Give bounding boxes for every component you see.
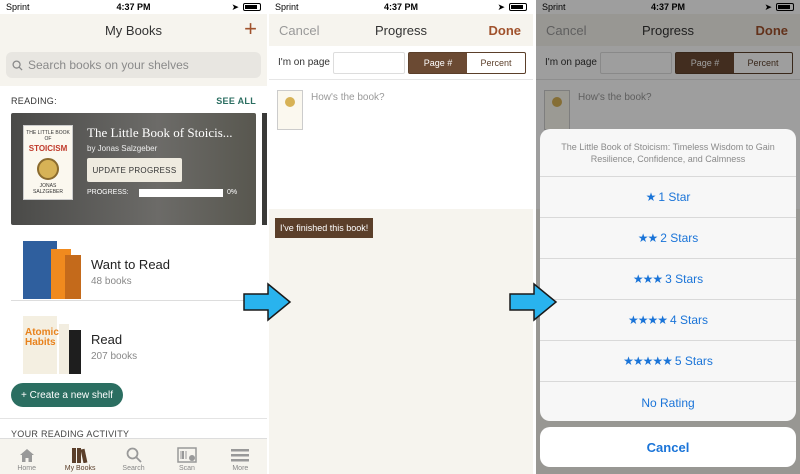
search-placeholder: Search books on your shelves [28,58,189,72]
status-time: 4:37 PM [116,2,151,12]
progress-bar [139,189,223,197]
tab-home[interactable]: Home [0,439,53,474]
book-author: by Jonas Salzgeber [87,144,158,153]
arrow-right-icon [509,282,558,322]
percent-segment[interactable]: Percent [467,53,525,73]
star-icon: ★★★★ [627,313,668,327]
cover-small-title: THE LITTLE BOOK OF [26,130,70,142]
rating-3-stars[interactable]: ★★★ 3 Stars [540,259,796,300]
rating-4-stars[interactable]: ★★★★ 4 Stars [540,300,796,341]
shelf-thumbnails: Atomic Habits [23,316,81,374]
page-number-input[interactable] [333,52,405,74]
tab-bar: Home My Books Search Scan More [0,438,267,474]
rating-none[interactable]: No Rating [540,382,796,421]
cover-big-title: STOICISM [28,144,68,153]
finished-book-button[interactable]: I've finished this book! [275,218,374,238]
tab-label: Home [17,465,37,472]
battery-icon [243,3,261,11]
search-input[interactable]: Search books on your shelves [6,52,261,78]
rating-screen: Sprint 4:37 PM ➤ Cancel Progress Done I'… [536,0,800,474]
shelf-name: Want to Read [91,257,171,272]
cover-emblem [37,158,59,180]
star-icon: ★ [645,190,657,204]
content-background [269,209,533,474]
scan-icon [177,445,197,465]
status-time: 4:37 PM [383,2,418,12]
reading-header: READING: SEE ALL [11,96,256,106]
shelf-count: 207 books [91,351,138,362]
next-book-card-peek[interactable] [262,113,267,225]
search-icon [12,59,23,71]
option-label: No Rating [641,395,695,410]
update-progress-button[interactable]: UPDATE PROGRESS [87,158,182,182]
sheet-title: The Little Book of Stoicism: Timeless Wi… [540,129,796,177]
option-label: 1 Star [658,190,691,204]
reading-label: READING: [11,96,57,106]
cover-emblem [285,97,295,107]
option-label: 3 Stars [665,272,704,286]
option-label: 5 Stars [674,354,713,368]
on-page-label: I'm on page [278,57,330,68]
tab-my-books[interactable]: My Books [53,439,106,474]
tab-label: Scan [178,465,195,472]
book-cover: THE LITTLE BOOK OF STOICISM JONAS SALZGE… [23,125,73,200]
progress-percent: 0% [227,189,238,196]
book-thumbnail [277,90,303,130]
page-title: Progress [374,22,428,38]
rating-5-stars[interactable]: ★★★★★ 5 Stars [540,341,796,382]
tab-label: My Books [64,465,96,472]
status-bar: Sprint 4:37 PM ➤ [0,0,267,14]
create-shelf-button[interactable]: + Create a new shelf [11,383,123,407]
shelf-want-to-read[interactable]: Want to Read 48 books [11,241,267,301]
tab-scan[interactable]: Scan [160,439,213,474]
shelf-book-thumb [59,324,69,374]
shelf-read[interactable]: Atomic Habits Read 207 books [11,316,267,376]
thumb-cover-text: Atomic Habits [25,327,59,348]
tab-more[interactable]: More [214,439,267,474]
shelf-book-thumb [69,330,81,374]
done-button[interactable]: Done [489,14,522,46]
reading-activity-header: YOUR READING ACTIVITY [0,418,267,439]
tab-label: More [232,465,249,472]
books-icon [71,445,89,465]
my-books-screen: Sprint 4:37 PM ➤ My Books + Search books… [0,0,267,474]
book-title: The Little Book of Stoicis... [87,125,233,140]
shelf-name: Read [91,332,123,347]
star-icon: ★★ [637,231,658,245]
rating-1-star[interactable]: ★ 1 Star [540,177,796,218]
shelf-book-thumb [65,255,81,299]
star-icon: ★★★★★ [623,354,673,368]
see-all-link[interactable]: SEE ALL [216,96,256,106]
star-icon: ★★★ [632,272,663,286]
menu-icon [231,445,250,465]
rating-action-sheet: The Little Book of Stoicism: Timeless Wi… [540,129,796,421]
page-number-segment[interactable]: Page # [409,53,467,73]
option-label: 4 Stars [670,313,709,327]
review-prompt[interactable]: How's the book? [311,92,385,103]
progress-label: PROGRESS: [87,189,129,196]
nav-bar: Cancel Progress Done [269,14,533,46]
option-label: 2 Stars [660,231,699,245]
progress-screen: Sprint 4:37 PM ➤ Cancel Progress Done I'… [269,0,533,474]
cover-author: JONAS SALZGEBER [32,183,63,195]
page-title: My Books [104,22,163,38]
tab-search[interactable]: Search [107,439,160,474]
cancel-button[interactable]: Cancel [279,14,319,46]
sheet-cancel-button[interactable]: Cancel [540,427,796,467]
shelf-count: 48 books [91,276,132,287]
home-icon [19,445,35,465]
shelf-thumbnails [23,241,81,299]
status-bar: Sprint 4:37 PM ➤ [269,0,533,14]
page-progress-row: I'm on page Page # Percent [269,46,533,80]
shelf-book-thumb: Atomic Habits [23,316,59,374]
rating-2-stars[interactable]: ★★ 2 Stars [540,218,796,259]
search-icon [126,445,142,465]
battery-icon [509,3,527,11]
nav-bar: My Books + [0,14,267,46]
current-book-card[interactable]: THE LITTLE BOOK OF STOICISM JONAS SALZGE… [11,113,256,225]
add-icon[interactable]: + [244,16,257,42]
tab-label: Search [122,465,145,472]
arrow-right-icon [243,282,292,322]
progress-mode-toggle: Page # Percent [408,52,526,74]
